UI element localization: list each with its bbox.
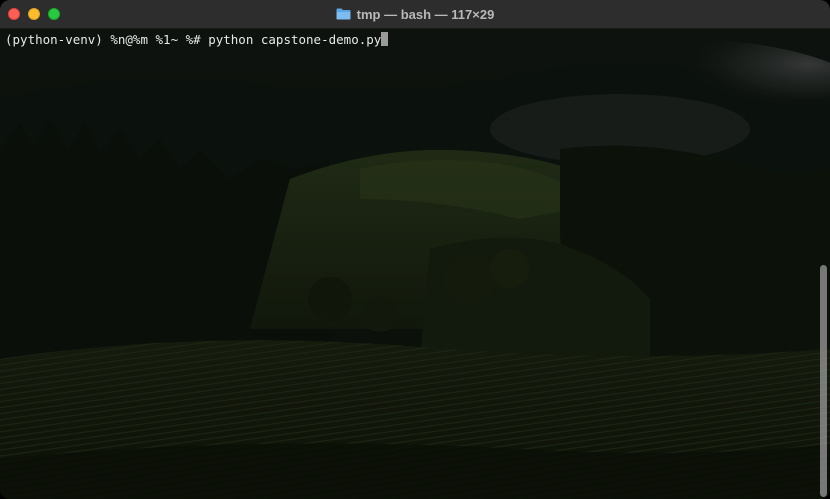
window-title-area: tmp — bash — 117×29 — [0, 0, 830, 28]
shell-prompt: (python-venv) %n@%m %1~ %# — [5, 32, 209, 47]
command-text: python capstone-demo.py — [208, 32, 382, 47]
terminal-window: tmp — bash — 117×29 (python-venv) %n@%m … — [0, 0, 830, 499]
folder-icon — [336, 8, 351, 20]
landscape-wallpaper — [0, 29, 830, 499]
window-title: tmp — bash — 117×29 — [356, 6, 495, 22]
text-cursor — [381, 32, 389, 46]
terminal-output[interactable]: (python-venv) %n@%m %1~ %# python capsto… — [5, 31, 389, 48]
terminal-area[interactable]: (python-venv) %n@%m %1~ %# python capsto… — [0, 29, 830, 499]
title-bar[interactable]: tmp — bash — 117×29 — [0, 0, 830, 29]
vertical-scrollbar[interactable] — [820, 265, 827, 497]
